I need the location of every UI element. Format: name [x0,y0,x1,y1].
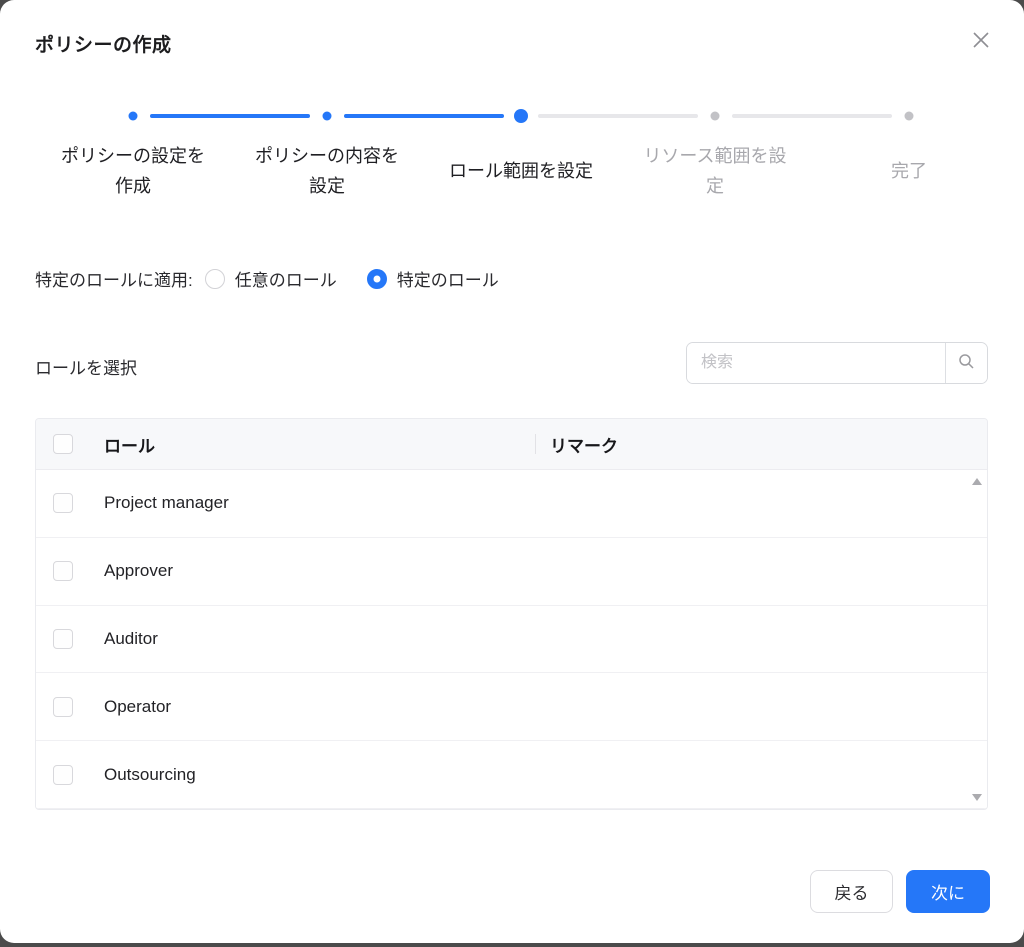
row-checkbox[interactable] [53,765,73,785]
role-cell: Auditor [73,629,535,649]
table-row[interactable]: Operator [36,673,987,741]
role-scope-label: 特定のロールに適用: [35,266,193,291]
table-row[interactable]: Outsourcing [36,741,987,809]
step-dot-icon [711,112,720,121]
step-dot-icon [514,109,528,123]
column-header-role: ロール [73,432,535,457]
row-checkbox[interactable] [53,561,73,581]
search-input[interactable] [687,343,945,383]
scroll-down-icon[interactable] [972,794,982,801]
step-dot-icon [905,112,914,121]
step-label-set-policy-content: ポリシーの内容を 設定 [230,140,424,204]
stepper-dots [36,103,1006,129]
role-scope-radio-group: 特定のロールに適用: 任意のロール 特定のロール [35,266,529,291]
step-dot-3 [424,103,618,129]
step-label-finish: 完了 [812,140,1006,204]
page-title: ポリシーの作成 [35,30,172,57]
step-label-set-resource-scope: リソース範囲を設 定 [618,140,812,204]
step-dot-icon [323,112,332,121]
close-icon [970,29,992,54]
select-role-label: ロールを選択 [35,354,137,379]
step-dot-5 [812,103,1006,129]
close-button[interactable] [966,26,996,56]
radio-selected-icon [367,269,387,289]
radio-any-role[interactable]: 任意のロール [205,266,337,291]
step-label-set-role-scope: ロール範囲を設定 [424,140,618,204]
create-policy-dialog: ポリシーの作成 [0,0,1024,943]
stepper-labels: ポリシーの設定を 作成 ポリシーの内容を 設定 ロール範囲を設定 リソース範囲を… [36,140,1006,204]
table-row[interactable]: Project manager [36,470,987,538]
row-checkbox[interactable] [53,493,73,513]
radio-specific-role-label: 特定のロール [397,266,499,291]
scroll-up-icon[interactable] [972,478,982,485]
next-button[interactable]: 次に [906,870,990,913]
table-scrollbar[interactable] [970,478,984,801]
table-row[interactable]: Approver [36,538,987,606]
step-dot-icon [129,112,138,121]
table-row[interactable]: Auditor [36,606,987,674]
role-cell: Outsourcing [73,765,535,785]
column-header-remark: リマーク [535,432,987,457]
row-checkbox[interactable] [53,629,73,649]
step-dot-4 [618,103,812,129]
role-table: ロール リマーク Project manager Approver Audito… [35,418,988,810]
step-dot-1 [36,103,230,129]
search-button[interactable] [945,343,987,383]
wizard-stepper: ポリシーの設定を 作成 ポリシーの内容を 設定 ロール範囲を設定 リソース範囲を… [36,103,1006,204]
table-header: ロール リマーク [36,419,987,470]
row-checkbox[interactable] [53,697,73,717]
table-body: Project manager Approver Auditor Operato… [36,470,987,809]
role-search [686,342,988,384]
radio-unselected-icon [205,269,225,289]
radio-any-role-label: 任意のロール [235,266,337,291]
select-all-checkbox[interactable] [53,434,73,454]
step-label-create-policy-settings: ポリシーの設定を 作成 [36,140,230,204]
role-cell: Operator [73,697,535,717]
role-cell: Project manager [73,493,535,513]
step-dot-2 [230,103,424,129]
role-cell: Approver [73,561,535,581]
back-button[interactable]: 戻る [810,870,893,913]
search-icon [958,353,975,373]
radio-specific-role[interactable]: 特定のロール [367,266,499,291]
